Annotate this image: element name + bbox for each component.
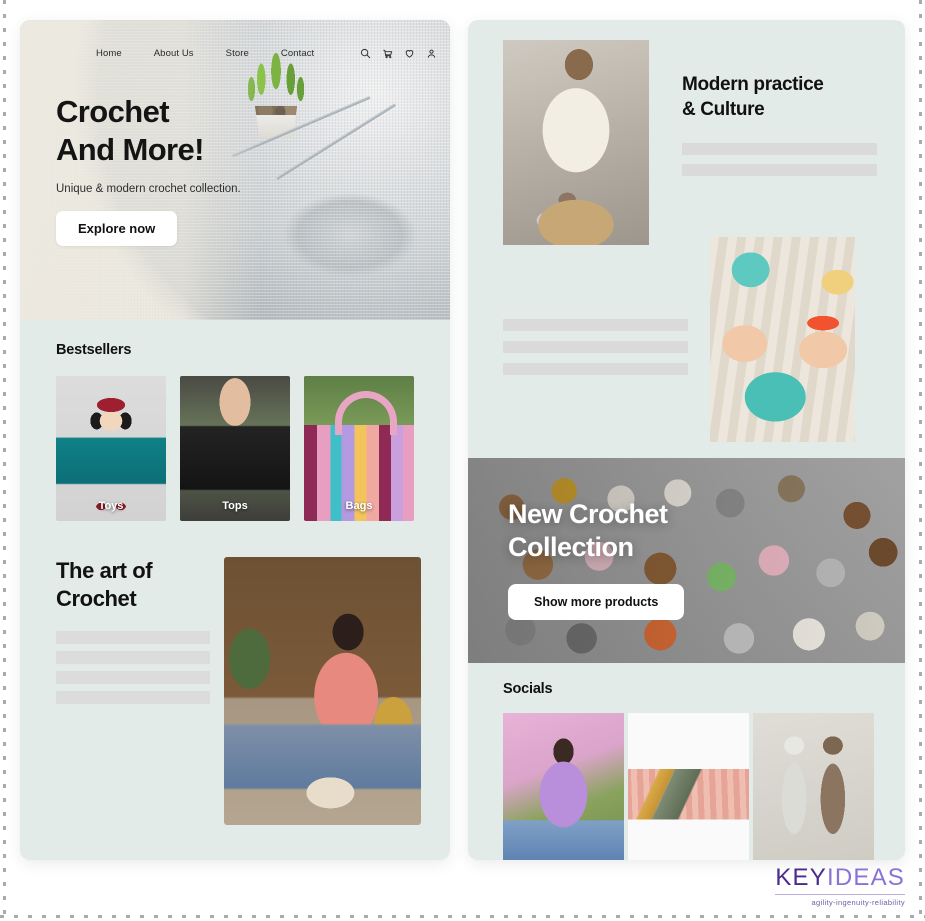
page-canvas: Home About Us Store Contact Crochet And … [0, 0, 925, 921]
logo-key-text: KEY [775, 864, 827, 891]
hero-title-line-2: And More! [56, 131, 204, 167]
search-icon[interactable] [360, 48, 371, 59]
cart-icon[interactable] [382, 48, 393, 59]
main-navigation: Home About Us Store Contact [56, 48, 450, 93]
modern-practice-title: Modern practice & Culture [682, 72, 877, 123]
explore-now-button[interactable]: Explore now [56, 210, 178, 246]
logo-ideas-text: IDEAS [826, 864, 905, 891]
nav-icon-group [360, 48, 437, 59]
left-screen-panel: Home About Us Store Contact Crochet And … [20, 20, 450, 860]
modern-practice-title-line-2: & Culture [682, 99, 765, 121]
collection-title: New Crochet Collection [508, 498, 905, 564]
art-title: The art of Crochet [56, 557, 210, 613]
placeholder-bar [503, 363, 688, 375]
tutorial-placeholder-bars [503, 319, 688, 375]
bestseller-card-toys[interactable]: Toys [56, 376, 166, 521]
placeholder-bar [682, 142, 877, 155]
keyideas-logo: KEYIDEAS [775, 866, 905, 890]
placeholder-bar [503, 319, 688, 331]
hero-section: Home About Us Store Contact Crochet And … [20, 20, 450, 320]
hero-title: Crochet And More! [56, 93, 450, 169]
social-image-hook[interactable] [628, 713, 749, 860]
bestsellers-title: Bestsellers [56, 342, 132, 358]
modern-practice-title-line-1: Modern practice [682, 74, 824, 95]
modern-practice-placeholder-bars [682, 142, 877, 176]
bestsellers-grid: Toys Tops Bags [56, 376, 414, 521]
bestseller-label-bags: Bags [345, 500, 373, 512]
placeholder-bar [503, 341, 688, 353]
art-of-crochet-section: The art of Crochet [20, 521, 450, 825]
nav-link-contact[interactable]: Contact [281, 48, 314, 59]
bestseller-card-tops[interactable]: Tops [180, 376, 290, 521]
new-collection-banner: New Crochet Collection Show more product… [468, 458, 905, 663]
bestseller-card-bags[interactable]: Bags [304, 376, 414, 521]
hero-title-line-1: Crochet [56, 94, 170, 129]
right-screen-panel: Modern practice & Culture New Crochet Co… [468, 20, 905, 860]
placeholder-bar [56, 671, 210, 685]
nav-link-store[interactable]: Store [226, 48, 249, 59]
modern-practice-text: Modern practice & Culture [649, 40, 905, 245]
hero-subtitle: Unique & modern crochet collection. [56, 182, 241, 195]
left-edge-dashes [3, 0, 6, 921]
mockup-board: Home About Us Store Contact Crochet And … [20, 20, 905, 860]
footer-logo: KEYIDEAS agility-ingenuity-reliability [775, 866, 905, 907]
modern-practice-section: Modern practice & Culture [468, 20, 905, 245]
heart-icon[interactable] [404, 48, 415, 59]
tutorial-section [468, 237, 905, 442]
show-more-products-button[interactable]: Show more products [508, 584, 685, 621]
user-icon[interactable] [426, 48, 437, 59]
logo-tagline: agility-ingenuity-reliability [775, 894, 905, 907]
social-image-ferrets[interactable] [753, 713, 874, 860]
art-photo-woman-crocheting [224, 557, 421, 825]
collection-content: New Crochet Collection Show more product… [468, 458, 905, 621]
socials-section: Socials [468, 663, 905, 860]
bestseller-label-tops: Tops [222, 500, 248, 512]
art-placeholder-bars [56, 631, 210, 705]
nav-link-about-us[interactable]: About Us [154, 48, 194, 59]
art-title-line-2: Crochet [56, 586, 137, 612]
tutorial-photo-hands-crocheting [710, 237, 855, 442]
art-text-column: The art of Crochet [56, 557, 224, 705]
collection-title-line-2: Collection [508, 532, 634, 563]
art-title-line-1: The art of [56, 558, 153, 583]
placeholder-bar [56, 651, 210, 665]
placeholder-bar [682, 163, 877, 176]
socials-grid [503, 713, 883, 860]
placeholder-bar [56, 631, 210, 645]
right-edge-dashes [919, 0, 922, 921]
nav-link-home[interactable]: Home [96, 48, 122, 59]
socials-title: Socials [503, 681, 553, 697]
bestseller-label-toys: Toys [98, 500, 124, 512]
hero-content: Home About Us Store Contact Crochet And … [20, 20, 450, 246]
bestsellers-section: Bestsellers Toys Tops Bags [20, 320, 450, 521]
bottom-edge-dashes [0, 915, 925, 918]
social-image-sweater[interactable] [503, 713, 624, 860]
placeholder-bar [56, 691, 210, 705]
collection-title-line-1: New Crochet [508, 499, 668, 529]
modern-practice-photo [503, 40, 649, 245]
